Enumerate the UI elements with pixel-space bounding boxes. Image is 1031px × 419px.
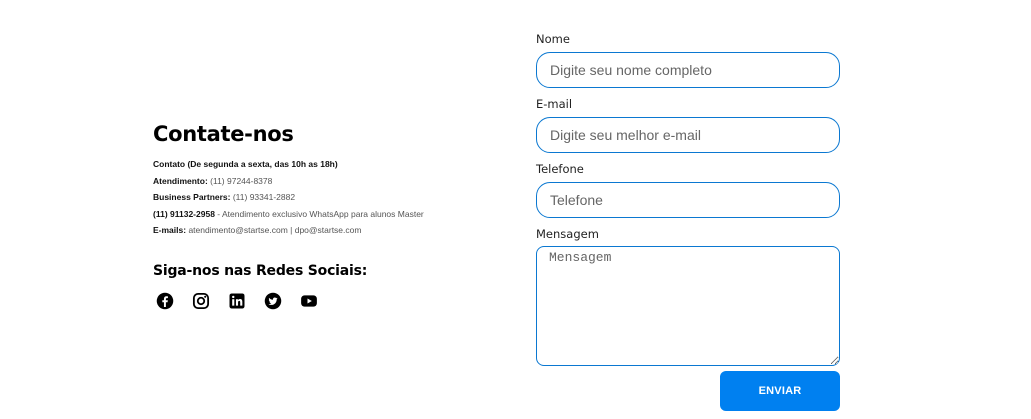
instagram-icon[interactable] (192, 292, 210, 310)
facebook-icon[interactable] (156, 292, 174, 310)
contact-form: Nome E-mail Telefone Mensagem (536, 30, 840, 366)
message-textarea[interactable] (536, 246, 840, 366)
twitter-icon[interactable] (264, 292, 282, 310)
contact-schedule: Contato (De segunda a sexta, das 10h as … (153, 159, 338, 169)
contact-section: Contate-nos Contato (De segunda a sexta,… (153, 120, 493, 310)
linkedin-icon[interactable] (228, 292, 246, 310)
contact-line-emails: E-mails: atendimento@startse.com | dpo@s… (153, 225, 362, 235)
phone-input[interactable] (536, 182, 840, 218)
contact-line-business: Business Partners: (11) 93341-2882 (153, 192, 296, 202)
youtube-icon[interactable] (300, 292, 318, 310)
message-label: Mensagem (536, 227, 599, 241)
name-input[interactable] (536, 52, 840, 88)
social-title: Siga-nos nas Redes Sociais: (153, 262, 368, 279)
name-label: Nome (536, 32, 570, 46)
contact-line-whatsapp: (11) 91132-2958 - Atendimento exclusivo … (153, 208, 424, 219)
email-label: E-mail (536, 97, 573, 111)
social-links (153, 292, 493, 310)
submit-button[interactable]: ENVIAR (720, 371, 840, 411)
contact-line-atendimento: Atendimento: (11) 97244-8378 (153, 175, 273, 186)
email-input[interactable] (536, 117, 840, 153)
contact-title: Contate-nos (153, 122, 294, 146)
phone-label: Telefone (536, 162, 584, 176)
contact-info: Contato (De segunda a sexta, das 10h as … (153, 156, 493, 239)
